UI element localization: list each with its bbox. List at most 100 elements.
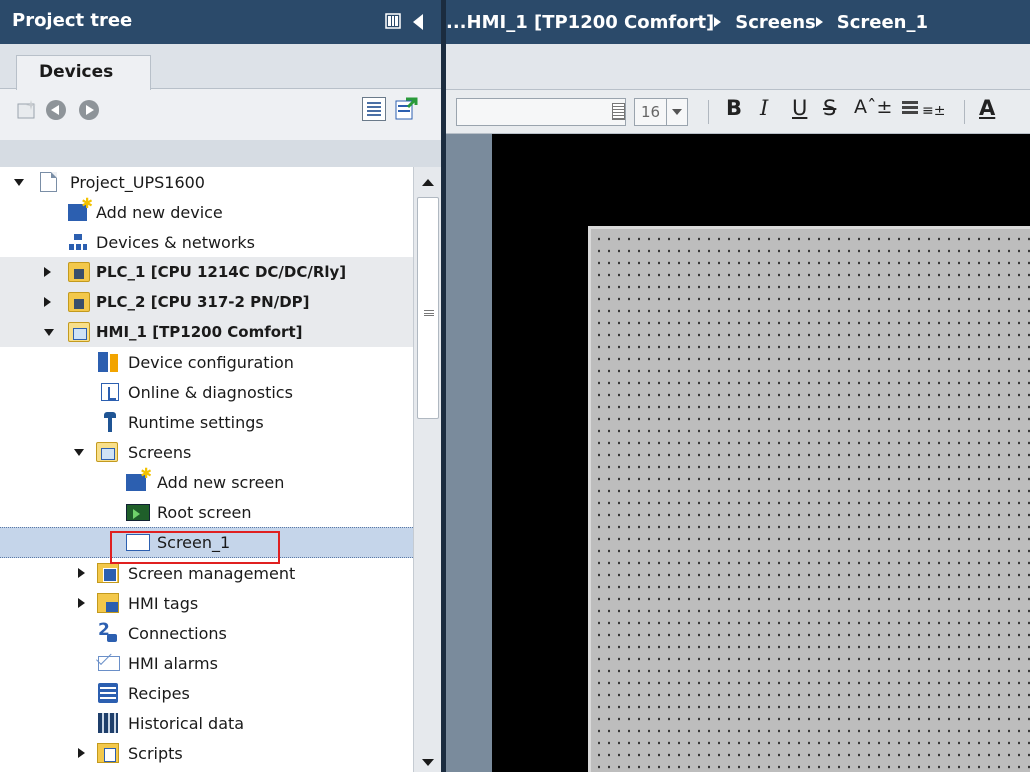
- strikethrough-button[interactable]: S: [823, 96, 836, 120]
- export-icon[interactable]: [394, 97, 418, 121]
- toolbar-separator: [708, 100, 709, 124]
- breadcrumb-screens[interactable]: Screens: [735, 12, 815, 33]
- plc-folder-icon: [68, 292, 90, 312]
- tree-item-screens[interactable]: Screens: [0, 437, 413, 467]
- tree-item-label: HMI tags: [128, 593, 199, 613]
- back-icon[interactable]: [46, 100, 66, 120]
- chevron-right-icon: [714, 17, 722, 27]
- align-dropdown-label: ≡±: [922, 103, 946, 119]
- tree-item-hmi-alarms[interactable]: HMI alarms: [0, 648, 413, 678]
- tree-item-label: Devices & networks: [96, 232, 256, 252]
- tree-item-historical-data[interactable]: Historical data: [0, 708, 413, 738]
- tree-item-label: PLC_2 [CPU 317-2 PN/DP]: [96, 293, 310, 311]
- tree-item-label: HMI alarms: [128, 653, 218, 673]
- tree-item-devices-networks[interactable]: Devices & networks: [0, 227, 413, 257]
- tree-item-label: Connections: [128, 623, 227, 643]
- tree-item-scripts[interactable]: Scripts: [0, 738, 413, 768]
- tree-item-project[interactable]: Project_UPS1600: [0, 167, 413, 197]
- chevron-down-icon[interactable]: [666, 99, 687, 125]
- tree-item-root-screen[interactable]: Root screen: [0, 497, 413, 527]
- expand-closed-icon[interactable]: [78, 748, 85, 758]
- tree-item-screen-1[interactable]: Screen_1: [0, 527, 413, 558]
- alarms-icon: [98, 655, 120, 671]
- tree-item-hmi-1[interactable]: HMI_1 [TP1200 Comfort]: [0, 317, 413, 347]
- new-folder-icon[interactable]: [17, 100, 37, 120]
- tree-item-label: Project_UPS1600: [70, 172, 205, 192]
- expand-closed-icon[interactable]: [78, 568, 85, 578]
- tree-item-label: Scripts: [128, 743, 183, 763]
- tree-toolbar: [0, 90, 441, 140]
- add-screen-icon: [126, 466, 152, 491]
- tree-item-connections[interactable]: Connections: [0, 618, 413, 648]
- project-tree: Project_UPS1600 Add new device Devices &…: [0, 167, 413, 772]
- expand-closed-icon[interactable]: [78, 598, 85, 608]
- project-tree-header: Project tree: [0, 0, 441, 44]
- font-size-value: 16: [641, 103, 661, 121]
- add-device-icon: [68, 196, 93, 221]
- panel-title: Project tree: [12, 10, 133, 31]
- tree-item-label: HMI_1 [TP1200 Comfort]: [96, 323, 303, 341]
- expand-closed-icon[interactable]: [44, 297, 51, 307]
- screen-management-icon: [97, 563, 119, 583]
- collapse-left-icon[interactable]: [413, 14, 423, 30]
- tree-item-screen-management[interactable]: Screen management: [0, 558, 413, 588]
- vertical-ruler: [446, 134, 492, 772]
- font-name-field[interactable]: [456, 98, 626, 126]
- underline-button[interactable]: U: [792, 96, 807, 120]
- tree-item-label: Online & diagnostics: [128, 382, 293, 402]
- tree-item-label: Add new screen: [157, 472, 285, 492]
- details-view-icon[interactable]: [362, 97, 386, 121]
- tree-item-label: Screens: [128, 442, 192, 462]
- scroll-up-icon[interactable]: [422, 179, 434, 186]
- root-screen-icon: [126, 503, 150, 521]
- tree-item-label: Root screen: [157, 502, 252, 522]
- diagnostics-icon: [101, 383, 119, 401]
- align-button[interactable]: ≡±: [902, 96, 945, 120]
- format-toolbar: 16 B I U S Aˆ± ≡± A: [446, 90, 1030, 134]
- tree-column-header: [0, 140, 441, 167]
- expand-closed-icon[interactable]: [44, 267, 51, 277]
- runtime-settings-icon: [104, 412, 116, 432]
- tree-item-device-configuration[interactable]: Device configuration: [0, 347, 413, 377]
- tree-item-add-new-screen[interactable]: Add new screen: [0, 466, 413, 497]
- tree-item-label: Recipes: [128, 683, 190, 703]
- tree-item-runtime-settings[interactable]: Runtime settings: [0, 407, 413, 437]
- font-size-grow-button[interactable]: Aˆ±: [854, 96, 892, 118]
- breadcrumb: ...HMI_1 [TP1200 Comfort] Screens Screen…: [446, 0, 1030, 44]
- font-color-button[interactable]: A: [979, 96, 995, 120]
- tree-item-recipes[interactable]: Recipes: [0, 678, 413, 708]
- editor-work-area: [446, 134, 1030, 772]
- tree-item-plc-2[interactable]: PLC_2 [CPU 317-2 PN/DP]: [0, 287, 413, 317]
- pane-pin-icon[interactable]: [385, 13, 401, 29]
- expand-open-icon[interactable]: [44, 328, 54, 336]
- tab-bar: Devices: [0, 44, 441, 90]
- scroll-down-icon[interactable]: [422, 759, 434, 766]
- tree-item-label: Add new device: [96, 202, 223, 222]
- plc-folder-icon: [68, 262, 90, 282]
- tree-item-label: Screen management: [128, 563, 296, 583]
- bold-button[interactable]: B: [726, 96, 742, 120]
- scroll-thumb[interactable]: [417, 197, 439, 419]
- scripts-icon: [97, 743, 119, 763]
- network-icon: [68, 232, 88, 252]
- project-tree-panel: Project tree Devices Project_UPS1600 ✱ A…: [0, 0, 441, 772]
- italic-button[interactable]: I: [760, 96, 768, 120]
- tree-item-plc-1[interactable]: PLC_1 [CPU 1214C DC/DC/Rly]: [0, 257, 413, 287]
- breadcrumb-device[interactable]: ...HMI_1 [TP1200 Comfort]: [446, 12, 714, 33]
- screen-icon: [126, 534, 150, 551]
- tree-item-hmi-tags[interactable]: HMI tags: [0, 588, 413, 618]
- tree-item-label: PLC_1 [CPU 1214C DC/DC/Rly]: [96, 263, 347, 281]
- tree-item-online-diagnostics[interactable]: Online & diagnostics: [0, 377, 413, 407]
- tree-scrollbar[interactable]: [413, 167, 441, 772]
- tab-devices[interactable]: Devices: [16, 55, 151, 90]
- font-browse-icon[interactable]: [612, 103, 625, 120]
- editor-tab-strip: [446, 44, 1030, 90]
- tree-item-add-new-device[interactable]: Add new device: [0, 196, 413, 227]
- breadcrumb-screen-1[interactable]: Screen_1: [837, 12, 928, 33]
- screen-canvas[interactable]: [588, 226, 1030, 772]
- expand-open-icon[interactable]: [14, 178, 24, 186]
- tree-item-label: Runtime settings: [128, 412, 264, 432]
- expand-open-icon[interactable]: [74, 448, 84, 456]
- forward-icon[interactable]: [79, 100, 99, 120]
- folder-open-icon: [96, 442, 118, 462]
